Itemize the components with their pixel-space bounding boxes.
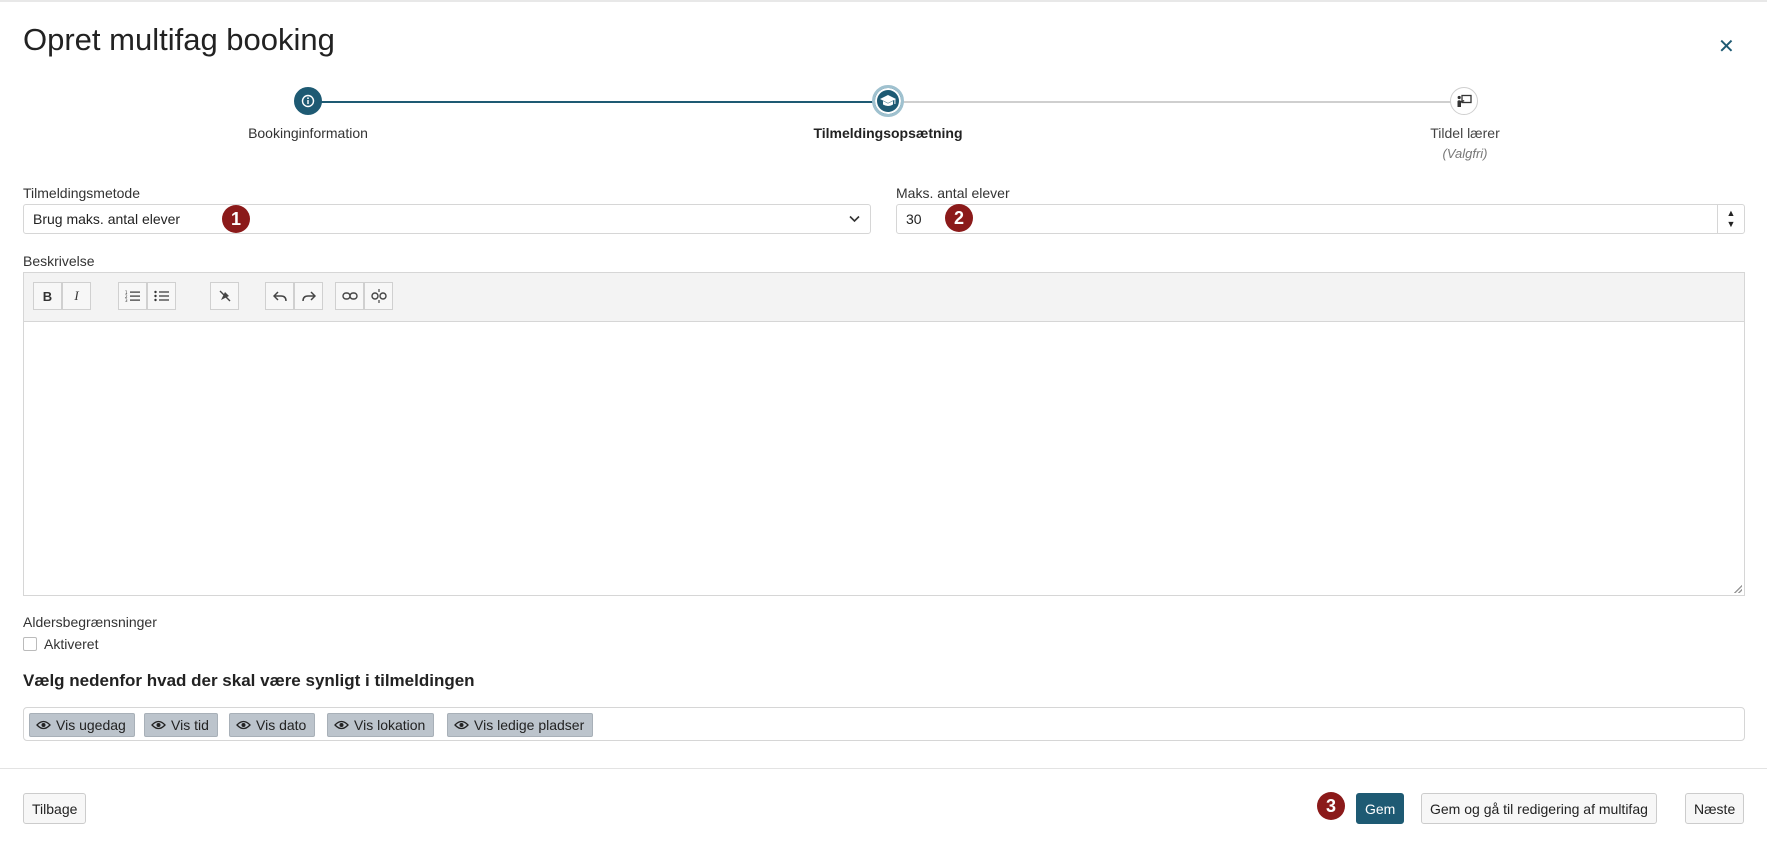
step-teacher-circle[interactable] <box>1450 87 1478 115</box>
tag-label: Vis lokation <box>354 717 426 733</box>
tag-vis-lokation[interactable]: Vis lokation <box>327 713 435 737</box>
callout-badge-1: 1 <box>222 205 250 233</box>
tag-vis-ugedag[interactable]: Vis ugedag <box>29 713 135 737</box>
svg-text:3: 3 <box>125 298 128 302</box>
max-students-label: Maks. antal elever <box>896 185 1010 201</box>
clear-formatting-icon[interactable] <box>210 282 239 310</box>
editor-toolbar: B I 123 <box>24 273 1744 322</box>
redo-icon[interactable] <box>294 282 323 310</box>
undo-icon[interactable] <box>265 282 294 310</box>
close-icon[interactable]: ✕ <box>1718 34 1735 59</box>
eye-icon <box>236 720 251 730</box>
bold-icon[interactable]: B <box>33 282 62 310</box>
italic-icon[interactable]: I <box>62 282 91 310</box>
unlink-icon[interactable] <box>364 282 393 310</box>
back-button[interactable]: Tilbage <box>23 793 87 824</box>
chalkboard-teacher-icon <box>1457 94 1472 107</box>
method-select-value: Brug maks. antal elever <box>33 211 181 227</box>
step-bookinginfo-circle[interactable] <box>294 87 322 115</box>
max-students-value: 30 <box>906 211 922 227</box>
ordered-list-icon[interactable]: 123 <box>118 282 147 310</box>
description-label: Beskrivelse <box>23 253 95 269</box>
info-icon <box>301 94 315 108</box>
tag-vis-tid[interactable]: Vis tid <box>144 713 218 737</box>
eye-icon <box>454 720 469 730</box>
save-button[interactable]: Gem <box>1356 793 1405 824</box>
callout-badge-3: 3 <box>1317 792 1345 820</box>
footer-divider <box>0 768 1767 769</box>
tag-label: Vis dato <box>256 717 307 733</box>
eye-icon <box>334 720 349 730</box>
bullet-list-icon[interactable] <box>147 282 176 310</box>
eye-icon <box>151 720 166 730</box>
age-enabled-label: Aktiveret <box>44 636 99 652</box>
next-button[interactable]: Næste <box>1685 793 1745 824</box>
resize-handle[interactable] <box>1734 585 1742 593</box>
callout-badge-2: 2 <box>945 204 973 232</box>
method-select[interactable]: Brug maks. antal elever <box>23 204 871 234</box>
age-enabled-checkbox[interactable] <box>23 637 37 651</box>
visibility-tag-list[interactable]: Vis ugedag Vis tid Vis dato Vis lokation… <box>23 707 1745 741</box>
age-restrictions-label: Aldersbegrænsninger <box>23 614 157 630</box>
spinner-down-icon[interactable]: ▼ <box>1727 219 1736 230</box>
visibility-heading: Vælg nedenfor hvad der skal være synligt… <box>23 671 475 690</box>
spinner-up-icon[interactable]: ▲ <box>1727 208 1736 219</box>
step-tilmelding-circle[interactable] <box>872 85 904 117</box>
step-label-teacher: Tildel lærer <box>1430 125 1500 141</box>
step-sublabel-optional: (Valgfri) <box>1442 146 1488 161</box>
number-spinner[interactable]: ▲ ▼ <box>1717 205 1744 233</box>
stepper-track-done <box>308 101 888 103</box>
step-label-tilmelding: Tilmeldingsopsætning <box>813 125 963 141</box>
tag-label: Vis ugedag <box>56 717 126 733</box>
stepper-track-pending <box>888 101 1465 103</box>
tag-label: Vis tid <box>171 717 209 733</box>
save-and-edit-button[interactable]: Gem og gå til redigering af multifag <box>1421 793 1657 824</box>
step-label-bookinginfo: Bookinginformation <box>248 125 368 141</box>
tag-label: Vis ledige pladser <box>474 717 585 733</box>
max-students-input[interactable]: 30 ▲ ▼ <box>896 204 1745 234</box>
tag-vis-dato[interactable]: Vis dato <box>229 713 316 737</box>
link-icon[interactable] <box>335 282 364 310</box>
description-editor[interactable]: B I 123 <box>23 272 1745 596</box>
dialog-title: Opret multifag booking <box>23 22 335 57</box>
eye-icon <box>36 720 51 730</box>
chevron-down-icon <box>849 211 860 226</box>
tag-vis-ledige-pladser[interactable]: Vis ledige pladser <box>447 713 594 737</box>
method-label: Tilmeldingsmetode <box>23 185 140 201</box>
top-border <box>0 0 1767 2</box>
graduation-cap-icon <box>880 95 896 106</box>
